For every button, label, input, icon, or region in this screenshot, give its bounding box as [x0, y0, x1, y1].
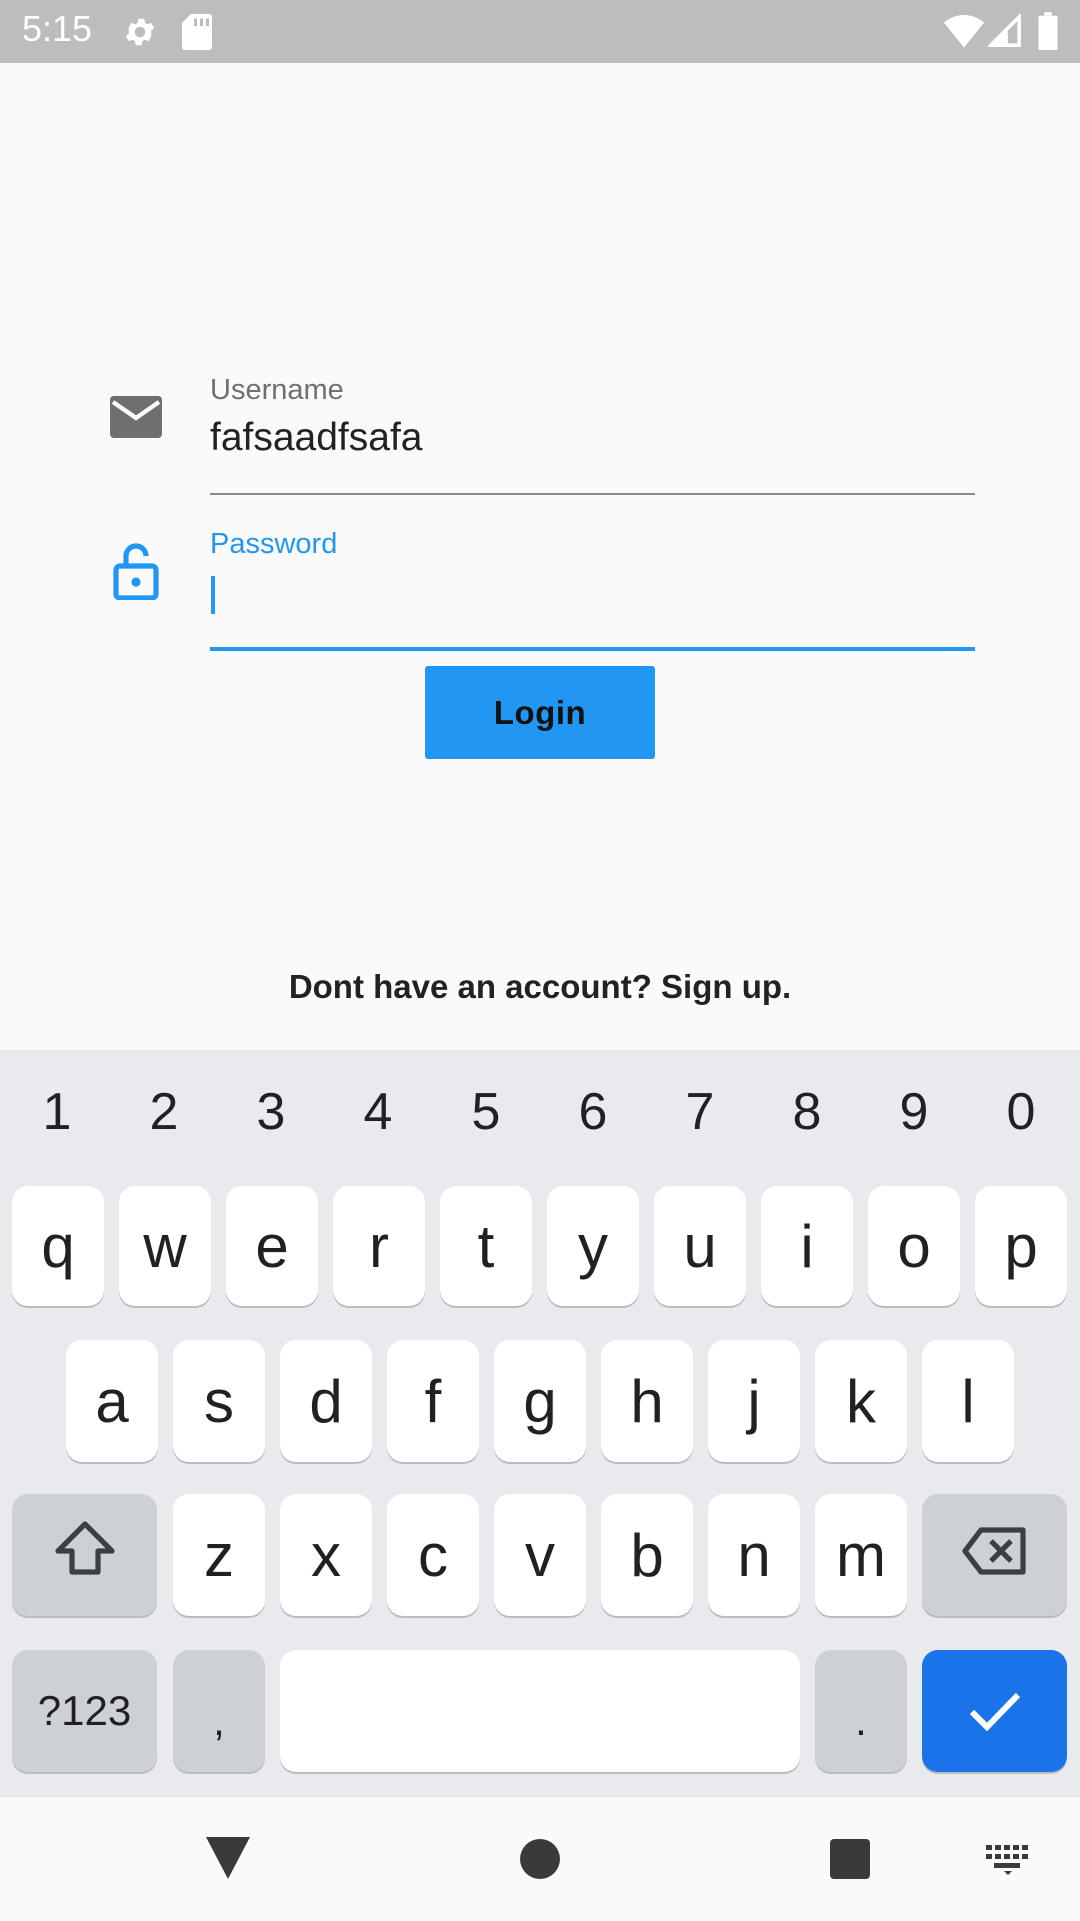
enter-key[interactable] — [922, 1650, 1067, 1772]
key-v[interactable]: v — [494, 1494, 586, 1616]
key-p[interactable]: p — [975, 1186, 1067, 1306]
key-a[interactable]: a — [66, 1340, 158, 1462]
username-input[interactable]: fafsaadfsafa — [210, 416, 422, 460]
key-x[interactable]: x — [280, 1494, 372, 1616]
key-s[interactable]: s — [173, 1340, 265, 1462]
key-r[interactable]: r — [333, 1186, 425, 1306]
username-underline — [210, 493, 975, 495]
signal-icon — [986, 12, 1022, 53]
key-6[interactable]: 6 — [563, 1082, 623, 1142]
key-8[interactable]: 8 — [777, 1082, 837, 1142]
period-key[interactable]: . — [815, 1650, 907, 1772]
key-i[interactable]: i — [761, 1186, 853, 1306]
key-3[interactable]: 3 — [241, 1082, 301, 1142]
recents-icon[interactable] — [830, 1839, 870, 1884]
key-d[interactable]: d — [280, 1340, 372, 1462]
lock-icon — [112, 542, 160, 605]
shift-key[interactable] — [12, 1494, 157, 1616]
key-u[interactable]: u — [654, 1186, 746, 1306]
home-icon[interactable] — [520, 1839, 560, 1884]
key-c[interactable]: c — [387, 1494, 479, 1616]
key-w[interactable]: w — [119, 1186, 211, 1306]
key-5[interactable]: 5 — [456, 1082, 516, 1142]
signup-link[interactable]: Dont have an account? Sign up. — [0, 968, 1080, 1006]
key-e[interactable]: e — [226, 1186, 318, 1306]
key-1[interactable]: 1 — [27, 1082, 87, 1142]
key-m[interactable]: m — [815, 1494, 907, 1616]
key-o[interactable]: o — [868, 1186, 960, 1306]
login-button[interactable]: Login — [425, 666, 655, 759]
key-l[interactable]: l — [922, 1340, 1014, 1462]
password-underline — [210, 647, 975, 651]
shift-icon — [54, 1520, 116, 1590]
key-9[interactable]: 9 — [884, 1082, 944, 1142]
wifi-icon — [944, 14, 984, 53]
gear-icon — [122, 14, 158, 55]
backspace-key[interactable] — [922, 1494, 1067, 1616]
key-z[interactable]: z — [173, 1494, 265, 1616]
keyboard-switch-icon[interactable] — [986, 1845, 1030, 1880]
symbols-key[interactable]: ?123 — [12, 1650, 157, 1772]
key-n[interactable]: n — [708, 1494, 800, 1616]
navigation-bar — [0, 1796, 1080, 1921]
username-label: Username — [210, 374, 344, 406]
key-j[interactable]: j — [708, 1340, 800, 1462]
check-icon — [968, 1677, 1022, 1746]
key-4[interactable]: 4 — [348, 1082, 408, 1142]
battery-icon — [1038, 12, 1058, 55]
text-cursor — [211, 576, 215, 614]
key-g[interactable]: g — [494, 1340, 586, 1462]
space-key[interactable] — [280, 1650, 800, 1772]
key-0[interactable]: 0 — [991, 1082, 1051, 1142]
key-b[interactable]: b — [601, 1494, 693, 1616]
sd-card-icon — [182, 14, 212, 55]
key-2[interactable]: 2 — [134, 1082, 194, 1142]
status-bar: 5:15 — [0, 0, 1080, 63]
key-t[interactable]: t — [440, 1186, 532, 1306]
key-q[interactable]: q — [12, 1186, 104, 1306]
key-h[interactable]: h — [601, 1340, 693, 1462]
mail-icon — [110, 396, 162, 443]
back-icon[interactable] — [206, 1837, 250, 1884]
key-k[interactable]: k — [815, 1340, 907, 1462]
status-time: 5:15 — [22, 8, 93, 49]
key-f[interactable]: f — [387, 1340, 479, 1462]
key-y[interactable]: y — [547, 1186, 639, 1306]
backspace-icon — [961, 1521, 1029, 1590]
key-7[interactable]: 7 — [670, 1082, 730, 1142]
password-label: Password — [210, 528, 338, 560]
comma-key[interactable]: , — [173, 1650, 265, 1772]
